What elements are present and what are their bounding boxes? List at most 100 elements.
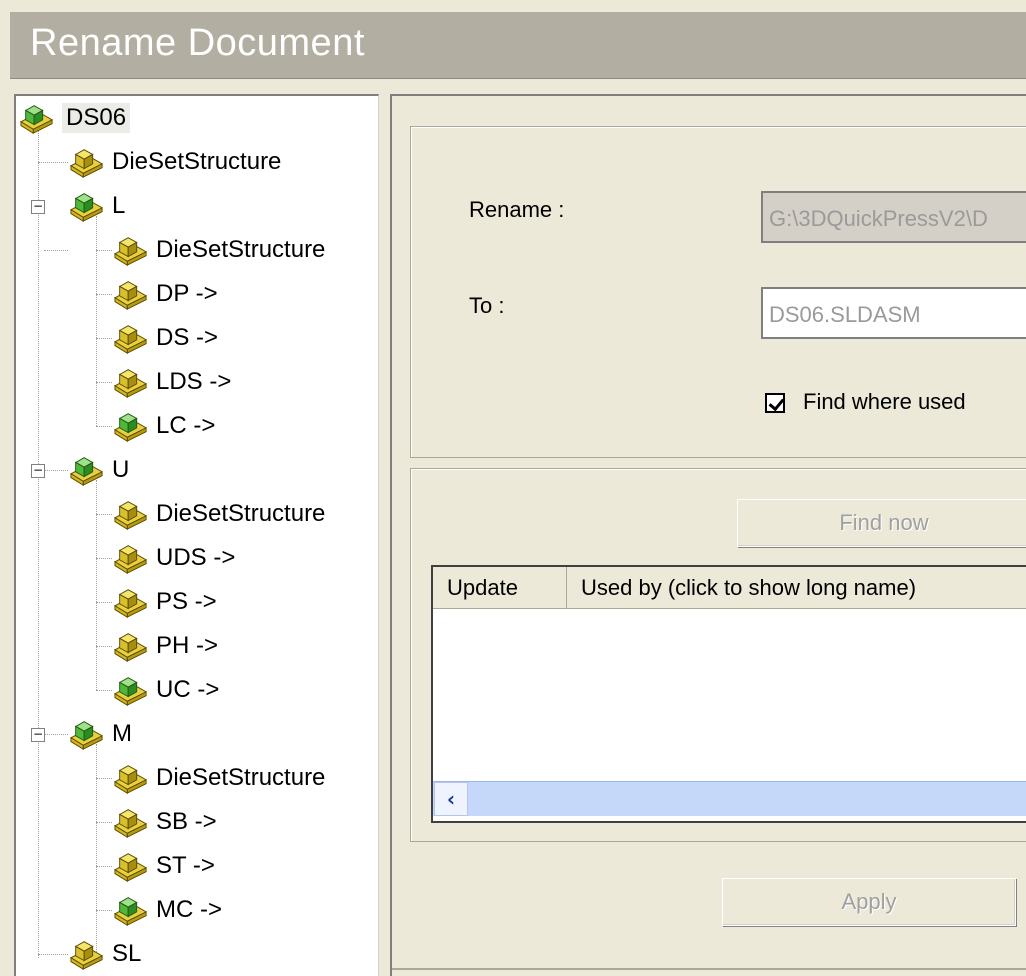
tree-connector [96,480,97,690]
column-header-update[interactable]: Update [433,567,567,609]
tree-node-label: U [112,456,130,483]
tree-node-label: DieSetStructure [156,764,326,791]
tree-node-root[interactable]: DS06 [18,99,131,137]
rename-field[interactable]: G:\3DQuickPressV2\D [761,191,1026,243]
title-bar: Rename Document [10,12,1026,79]
find-where-used-checkbox[interactable] [765,393,785,413]
tree-connector [96,778,112,779]
yellow-assembly-icon [114,237,147,266]
document-tree[interactable]: − − − DS06 DieSetStructure L DieSetStruc… [14,94,379,976]
tree-node-label: SL [112,940,142,967]
yellow-assembly-icon [70,149,103,178]
tree-node[interactable]: DP -> [112,275,218,313]
tree-connector [96,514,112,515]
yellow-assembly-icon [70,941,103,970]
yellow-assembly-icon [114,765,147,794]
tree-node-label: DieSetStructure [112,148,282,175]
tree-connector [96,294,112,295]
tree-node-label: DieSetStructure [156,236,326,263]
find-now-button[interactable]: Find now [737,499,1026,547]
green-assembly-icon [70,457,103,486]
used-by-list[interactable]: Update Used by (click to show long name)… [431,565,1026,823]
tree-node-label: DieSetStructure [156,500,326,527]
tree-node[interactable]: DieSetStructure [68,143,281,181]
tree-node[interactable]: UC -> [112,671,219,709]
yellow-assembly-icon [114,853,147,882]
tree-connector [38,130,39,958]
tree-connector [96,910,112,911]
tree-node[interactable]: SL [68,935,141,973]
tree-node[interactable]: U [68,451,129,489]
tree-node[interactable]: UDS -> [112,539,235,577]
tree-node-label: DS -> [156,324,219,351]
yellow-assembly-icon [114,589,147,618]
apply-button[interactable]: Apply [722,878,1016,926]
horizontal-scrollbar[interactable]: ‹ [433,781,1026,816]
yellow-assembly-icon [114,545,147,574]
tree-connector [96,216,97,426]
collapse-toggle-u[interactable]: − [31,464,45,478]
tree-connector [96,690,112,691]
find-group: Find now Update Used by (click to show l… [410,468,1026,842]
tree-node-label: L [112,192,126,219]
to-field[interactable]: DS06.SLDASM [761,287,1026,339]
tree-node[interactable]: MC -> [112,891,222,929]
tree-node[interactable]: DieSetStructure [112,495,325,533]
yellow-assembly-icon [114,369,147,398]
tree-node[interactable]: PH -> [112,627,218,665]
tree-connector [96,866,112,867]
rename-group: Rename : G:\3DQuickPressV2\D To : DS06.S… [410,126,1026,458]
tree-node-label: UC -> [156,676,220,703]
yellow-assembly-icon [114,501,147,530]
rename-panel: Rename : G:\3DQuickPressV2\D To : DS06.S… [390,94,1026,976]
tree-node[interactable]: DieSetStructure [112,759,325,797]
tree-node[interactable]: LDS -> [112,363,231,401]
yellow-assembly-icon [114,325,147,354]
tree-node-label: LC -> [156,412,216,439]
green-assembly-icon [114,677,147,706]
tree-node[interactable]: DS -> [112,319,218,357]
tree-node-label: ST -> [156,852,215,879]
tree-node[interactable]: L [68,187,125,225]
tree-node[interactable]: PS -> [112,583,217,621]
tree-node-label: LDS -> [156,368,232,395]
tree-connector [38,162,68,163]
tree-connector [96,382,112,383]
green-assembly-icon [20,105,53,134]
yellow-assembly-icon [114,633,147,662]
tree-node-label: PS -> [156,588,217,615]
column-header-used-by[interactable]: Used by (click to show long name) [567,567,1026,609]
collapse-toggle-l[interactable]: − [31,200,45,214]
green-assembly-icon [114,897,147,926]
tree-connector [38,954,68,955]
tree-node-label: SB -> [156,808,217,835]
tree-node-label: UDS -> [156,544,236,571]
rename-label: Rename : [469,197,565,222]
tree-node[interactable]: SB -> [112,803,217,841]
window-title: Rename Document [30,22,365,64]
find-where-used-label: Find where used [803,389,966,414]
green-assembly-icon [114,413,147,442]
tree-node[interactable]: LC -> [112,407,215,445]
tree-node-label: M [112,720,132,747]
tree-node[interactable]: DieSetStructure [112,231,325,269]
tree-node-label: PH -> [156,632,219,659]
yellow-assembly-icon [114,809,147,838]
yellow-assembly-icon [114,281,147,310]
tree-node[interactable]: M [68,715,132,753]
tree-connector [96,602,112,603]
tree-connector [96,250,112,251]
tree-node-label: MC -> [156,896,222,923]
to-label: To : [469,293,505,318]
collapse-toggle-m[interactable]: − [31,728,45,742]
tree-connector [96,822,112,823]
tree-node[interactable]: ST -> [112,847,215,885]
tree-connector [96,558,112,559]
tree-node-label: DP -> [156,280,218,307]
tree-connector [96,646,112,647]
tree-connector [96,426,112,427]
tree-connector [44,250,68,251]
scroll-left-arrow-icon[interactable]: ‹ [434,782,468,816]
tree-connector [44,734,68,735]
tree-connector [96,338,112,339]
